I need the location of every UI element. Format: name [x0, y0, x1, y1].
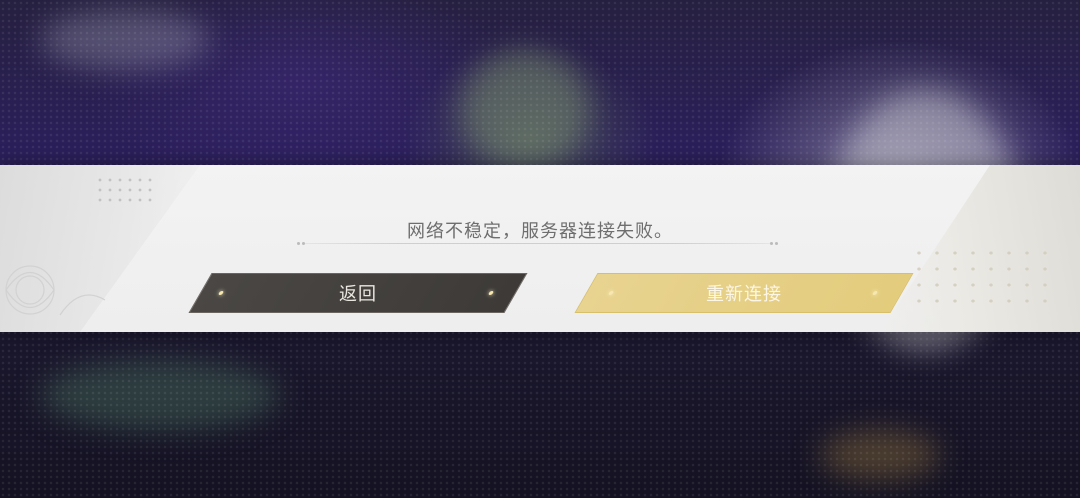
back-button[interactable]: 返回 — [188, 273, 528, 313]
decorative-flower-icon — [5, 265, 106, 316]
sparkle-icon — [487, 291, 495, 295]
sparkle-icon — [871, 291, 879, 295]
back-button-label: 返回 — [339, 284, 377, 305]
connection-error-message: 网络不稳定，服务器连接失败。 — [407, 221, 673, 242]
dot-pattern — [95, 175, 155, 205]
reconnect-button[interactable]: 重新连接 — [574, 273, 914, 313]
reconnect-button-label: 重新连接 — [706, 284, 782, 305]
error-dialog-banner: 网络不稳定，服务器连接失败。 返回 重新连接 — [0, 165, 1080, 332]
sparkle-icon — [217, 291, 225, 295]
sparkle-pattern — [910, 245, 1060, 315]
sparkle-icon — [607, 291, 615, 295]
message-divider — [297, 242, 778, 245]
